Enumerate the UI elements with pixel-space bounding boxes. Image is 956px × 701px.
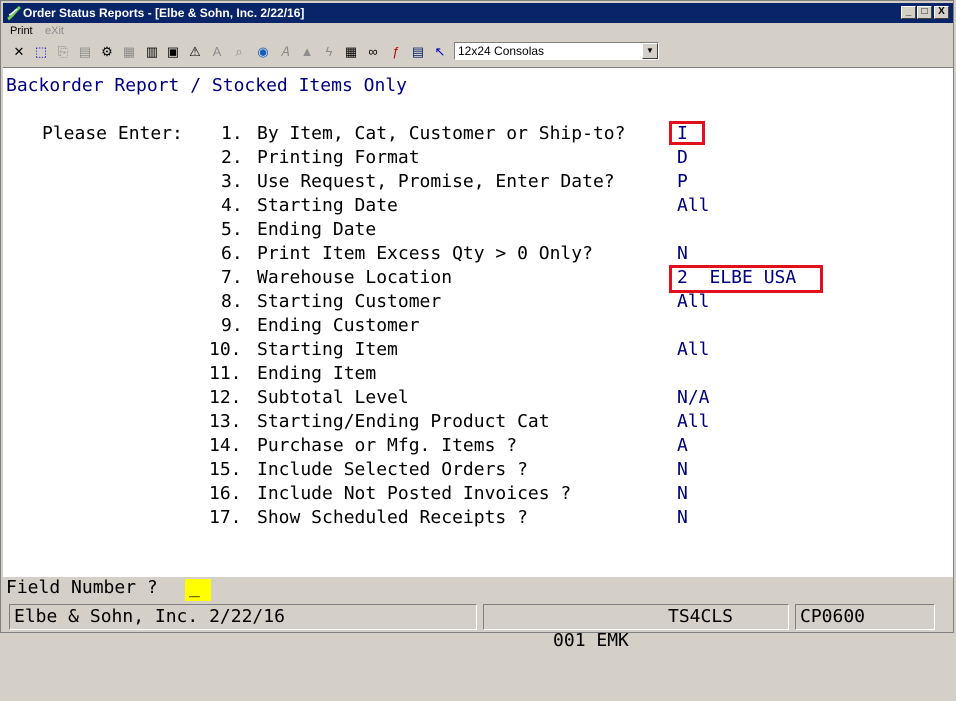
field-number: 6. [221,243,243,264]
highlight-field-1 [669,121,705,145]
text-cursor: _ [189,577,200,598]
app-logo-icon [7,5,21,21]
field-label: Include Selected Orders ? [257,459,528,480]
close-icon[interactable]: ✕ [10,42,28,62]
field-value[interactable]: All [677,339,710,361]
field-label: Starting Date [257,195,398,216]
stamp-icon[interactable]: ▲ [298,42,316,62]
calculator-icon[interactable]: ▦ [342,42,360,62]
field-value[interactable]: A [677,435,688,457]
field-number: 13. [209,411,242,432]
status-company: Elbe & Sohn, Inc. 2/22/16 [9,604,477,630]
document-icon[interactable]: ▥ [143,42,161,62]
command-prompt: Field Number ? _ [3,577,953,601]
window-title: Order Status Reports - [Elbe & Sohn, Inc… [23,6,305,20]
field-number: 5. [221,219,243,240]
field-label: Show Scheduled Receipts ? [257,507,528,528]
menu-bar: Print eXit [3,24,953,39]
field-label: Purchase or Mfg. Items ? [257,435,518,456]
field-number: 1. [221,123,243,144]
field-value[interactable]: N [677,483,688,505]
prompt-label: Please Enter: [42,123,183,144]
status-terminal: TS4CLS [668,606,734,627]
status-user-id: 001 EMK [553,630,629,651]
chevron-down-icon[interactable]: ▼ [642,43,658,59]
status-bar: Elbe & Sohn, Inc. 2/22/16 001 EMK TS4CLS… [3,602,953,651]
field-number: 10. [209,339,242,360]
field-number-input[interactable]: _ [185,577,211,601]
copy-icon[interactable]: ⎘ [54,42,72,62]
field-number: 9. [221,315,243,336]
text-icon[interactable]: A [208,42,226,62]
terminal-screen: Backorder Report / Stocked Items Only Pl… [3,67,953,577]
link-icon[interactable]: ∞ [364,42,382,62]
field-label: Ending Date [257,219,377,240]
highlight-field-7 [669,265,823,293]
properties-icon[interactable]: ▦ [120,42,138,62]
report-heading: Backorder Report / Stocked Items Only [6,75,407,96]
field-label: Starting/Ending Product Cat [257,411,550,432]
font-select[interactable]: 12x24 Consolas ▼ [454,42,659,60]
field-label: Starting Customer [257,291,442,312]
field-label: Subtotal Level [257,387,409,408]
field-label: Print Item Excess Qty > 0 Only? [257,243,593,264]
field-number: 2. [221,147,243,168]
field-value[interactable]: N [677,507,688,529]
field-value[interactable]: All [677,291,710,313]
field-label: By Item, Cat, Customer or Ship-to? [257,123,626,144]
help-pointer-icon[interactable]: ↖ [431,42,449,62]
field-number: 8. [221,291,243,312]
field-number: 12. [209,387,242,408]
field-label: Starting Item [257,339,398,360]
select-icon[interactable]: ⬚ [32,42,50,62]
status-user: 001 EMK TS4CLS [483,604,789,651]
flash-icon[interactable]: ϟ [320,42,338,62]
notes-icon[interactable]: ▤ [409,42,427,62]
font-select-value: 12x24 Consolas [458,44,545,58]
menu-exit[interactable]: eXit [45,25,64,37]
field-number: 16. [209,483,242,504]
field-label: Use Request, Promise, Enter Date? [257,171,615,192]
field-value[interactable]: N [677,243,688,265]
paste-icon[interactable]: ▤ [76,42,94,62]
field-value[interactable]: All [677,195,710,217]
field-number: 15. [209,459,242,480]
function-icon[interactable]: ƒ [387,42,405,62]
field-number-label: Field Number ? [6,577,158,598]
close-button[interactable]: X [934,6,949,19]
alert-icon[interactable]: ⚠ [186,42,204,62]
title-bar[interactable]: Order Status Reports - [Elbe & Sohn, Inc… [3,3,953,23]
maximize-button[interactable]: □ [917,6,932,19]
minimize-button[interactable]: _ [901,6,916,19]
field-number: 3. [221,171,243,192]
field-label: Ending Item [257,363,377,384]
field-label: Ending Customer [257,315,420,336]
browser-icon[interactable]: ◉ [254,42,272,62]
field-number: 17. [209,507,242,528]
field-value[interactable]: D [677,147,688,169]
app-window: Order Status Reports - [Elbe & Sohn, Inc… [0,0,954,651]
status-program: CP0600 [795,604,935,630]
field-value[interactable]: All [677,411,710,433]
field-number: 11. [209,363,242,384]
field-label: Include Not Posted Invoices ? [257,483,572,504]
field-number: 4. [221,195,243,216]
field-label: Printing Format [257,147,420,168]
field-value[interactable]: N [677,459,688,481]
print-preview-icon[interactable]: ▣ [164,42,182,62]
field-number: 14. [209,435,242,456]
field-number: 7. [221,267,243,288]
toolbar: ✕ ⬚ ⎘ ▤ ⚙ ▦ ▥ ▣ ⚠ A ⌕ ◉ 𝐴 ▲ ϟ ▦ ∞ ƒ ▤ ↖ … [3,40,953,64]
field-label: Warehouse Location [257,267,453,288]
field-value[interactable]: P [677,171,688,193]
settings-icon[interactable]: ⚙ [98,42,116,62]
find-icon[interactable]: ⌕ [230,42,248,62]
font-icon[interactable]: 𝐴 [276,42,294,62]
field-value[interactable]: N/A [677,387,710,409]
menu-print[interactable]: Print [10,25,33,37]
